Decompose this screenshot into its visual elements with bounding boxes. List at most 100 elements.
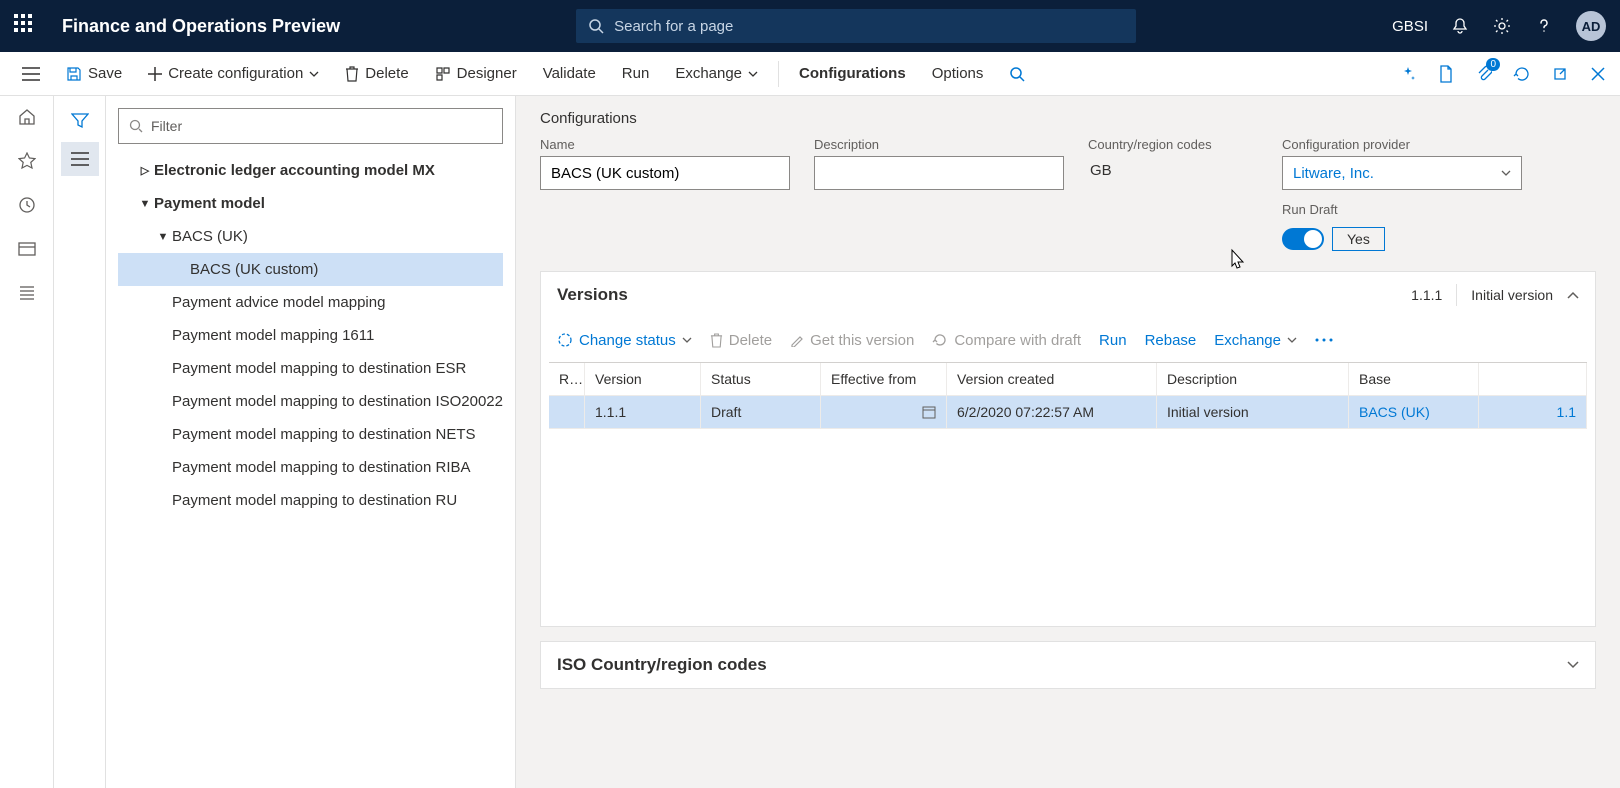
rebase-button[interactable]: Rebase bbox=[1145, 332, 1197, 349]
tree-item-label: Payment model mapping to destination RIB… bbox=[172, 459, 471, 476]
designer-button[interactable]: Designer bbox=[425, 59, 527, 88]
list-pane-icon[interactable] bbox=[61, 142, 99, 176]
tree-item-label: Payment model mapping 1611 bbox=[172, 327, 374, 344]
separator bbox=[1456, 284, 1457, 306]
chevron-down-icon bbox=[748, 71, 758, 77]
tree-item[interactable]: Payment model mapping 1611 bbox=[118, 319, 503, 352]
tree-filter-input[interactable]: Filter bbox=[118, 108, 503, 144]
tree-item[interactable]: ▼Payment model bbox=[118, 187, 503, 220]
refresh-icon[interactable] bbox=[1512, 64, 1532, 84]
save-button[interactable]: Save bbox=[56, 59, 132, 88]
run-button[interactable]: Run bbox=[612, 59, 660, 88]
tree-item[interactable]: Payment advice model mapping bbox=[118, 286, 503, 319]
provider-value: Litware, Inc. bbox=[1293, 165, 1374, 182]
cell-basev[interactable]: 1.1 bbox=[1479, 396, 1587, 429]
company-code[interactable]: GBSI bbox=[1392, 18, 1428, 35]
tree-item-label: Payment model mapping to destination ESR bbox=[172, 360, 466, 377]
tree-item[interactable]: Payment model mapping to destination ESR bbox=[118, 352, 503, 385]
workspace-icon[interactable] bbox=[16, 238, 38, 260]
exchange-button[interactable]: Exchange bbox=[665, 59, 768, 88]
sparkle-icon[interactable] bbox=[1398, 64, 1418, 84]
more-actions-button[interactable] bbox=[1315, 338, 1333, 342]
validate-button[interactable]: Validate bbox=[533, 59, 606, 88]
version-exchange-button[interactable]: Exchange bbox=[1214, 332, 1297, 349]
col-base[interactable]: Base bbox=[1349, 363, 1479, 396]
region-value: GB bbox=[1088, 156, 1258, 190]
configurations-tab[interactable]: Configurations bbox=[789, 59, 916, 88]
col-eff[interactable]: Effective from bbox=[821, 363, 947, 396]
save-icon bbox=[66, 66, 82, 82]
tree-item-label: Payment model mapping to destination NET… bbox=[172, 426, 476, 443]
help-icon[interactable] bbox=[1534, 16, 1554, 36]
tree-item[interactable]: BACS (UK custom) bbox=[118, 253, 503, 286]
versions-title: Versions bbox=[557, 285, 628, 305]
tree-item[interactable]: ▷Electronic ledger accounting model MX bbox=[118, 154, 503, 187]
popout-icon[interactable] bbox=[1550, 64, 1570, 84]
chevron-down-icon[interactable] bbox=[1567, 661, 1579, 669]
chevron-down-icon bbox=[309, 71, 319, 77]
tree-item-label: Payment model mapping to destination ISO… bbox=[172, 393, 503, 410]
document-icon[interactable] bbox=[1436, 64, 1456, 84]
tree-item[interactable]: Payment model mapping to destination NET… bbox=[118, 418, 503, 451]
col-rmark[interactable]: R... bbox=[549, 363, 585, 396]
search-placeholder: Search for a page bbox=[614, 18, 733, 35]
tree-item-label: Payment model bbox=[154, 195, 265, 212]
table-row[interactable]: 1.1.1Draft6/2/2020 07:22:57 AMInitial ve… bbox=[549, 396, 1587, 429]
recent-icon[interactable] bbox=[16, 194, 38, 216]
tree-item[interactable]: Payment model mapping to destination ISO… bbox=[118, 385, 503, 418]
grid-header: R... Version Status Effective from Versi… bbox=[549, 363, 1587, 396]
notification-bell-icon[interactable] bbox=[1450, 16, 1470, 36]
options-tab[interactable]: Options bbox=[922, 59, 994, 88]
version-delete-button[interactable]: Delete bbox=[710, 332, 772, 349]
compare-button[interactable]: Compare with draft bbox=[932, 332, 1081, 349]
provider-select[interactable]: Litware, Inc. bbox=[1282, 156, 1522, 190]
tree-item[interactable]: Payment model mapping to destination RU bbox=[118, 484, 503, 517]
close-icon[interactable] bbox=[1588, 64, 1608, 84]
search-icon bbox=[129, 119, 143, 133]
search-button[interactable] bbox=[999, 60, 1035, 88]
tree-item[interactable]: ▼BACS (UK) bbox=[118, 220, 503, 253]
tree-item-label: BACS (UK custom) bbox=[190, 261, 318, 278]
col-status[interactable]: Status bbox=[701, 363, 821, 396]
tree-caret-icon: ▼ bbox=[136, 198, 154, 210]
description-input[interactable] bbox=[814, 156, 1064, 190]
modules-icon[interactable] bbox=[16, 282, 38, 304]
hamburger-icon[interactable] bbox=[12, 67, 50, 81]
run-draft-toggle[interactable] bbox=[1282, 228, 1324, 250]
star-icon[interactable] bbox=[16, 150, 38, 172]
designer-icon bbox=[435, 66, 451, 82]
home-icon[interactable] bbox=[16, 106, 38, 128]
delete-button[interactable]: Delete bbox=[335, 59, 418, 88]
version-run-button[interactable]: Run bbox=[1099, 332, 1127, 349]
cell-version: 1.1.1 bbox=[585, 396, 701, 429]
ellipsis-icon bbox=[1315, 338, 1333, 342]
cell-base[interactable]: BACS (UK) bbox=[1349, 396, 1479, 429]
trash-icon bbox=[710, 333, 723, 348]
get-version-button[interactable]: Get this version bbox=[790, 332, 914, 349]
cell-desc: Initial version bbox=[1157, 396, 1349, 429]
global-search[interactable]: Search for a page bbox=[576, 9, 1136, 43]
create-config-label: Create configuration bbox=[168, 65, 303, 82]
tree-item-label: Payment model mapping to destination RU bbox=[172, 492, 457, 509]
create-configuration-button[interactable]: Create configuration bbox=[138, 59, 329, 88]
col-created[interactable]: Version created bbox=[947, 363, 1157, 396]
calendar-icon bbox=[922, 405, 936, 419]
status-icon bbox=[557, 332, 573, 348]
gear-icon[interactable] bbox=[1492, 16, 1512, 36]
search-icon bbox=[588, 18, 604, 34]
cell-eff[interactable] bbox=[821, 396, 947, 429]
tree-item[interactable]: Payment model mapping to destination RIB… bbox=[118, 451, 503, 484]
attachment-icon[interactable]: 0 bbox=[1474, 64, 1494, 84]
change-status-button[interactable]: Change status bbox=[557, 332, 692, 349]
col-desc[interactable]: Description bbox=[1157, 363, 1349, 396]
avatar[interactable]: AD bbox=[1576, 11, 1606, 41]
label-region: Country/region codes bbox=[1088, 137, 1258, 152]
filter-pane-icon[interactable] bbox=[61, 104, 99, 138]
run-draft-value: Yes bbox=[1332, 227, 1385, 251]
app-launcher-icon[interactable] bbox=[14, 14, 38, 38]
col-version[interactable]: Version bbox=[585, 363, 701, 396]
name-input[interactable] bbox=[540, 156, 790, 190]
chevron-up-icon[interactable] bbox=[1567, 291, 1579, 299]
app-title: Finance and Operations Preview bbox=[62, 16, 340, 37]
label-provider: Configuration provider bbox=[1282, 137, 1522, 152]
